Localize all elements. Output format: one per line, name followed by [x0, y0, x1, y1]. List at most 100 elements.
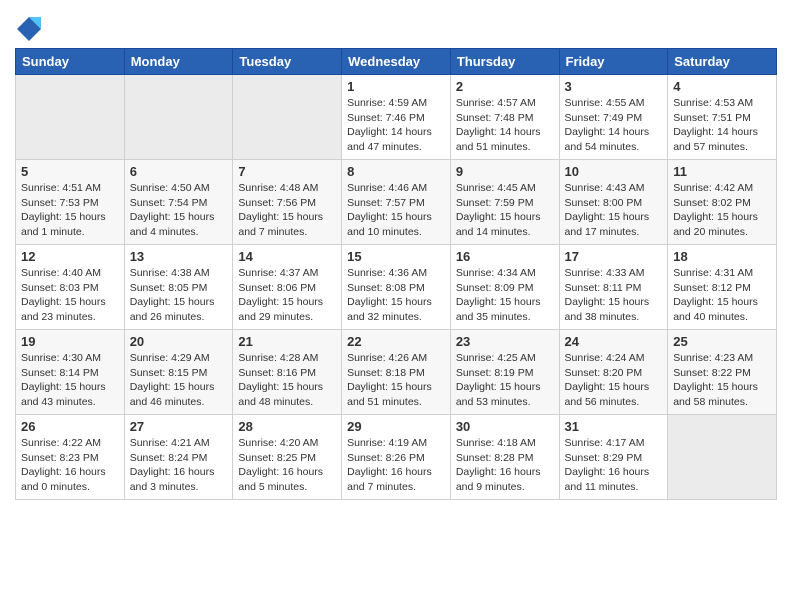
day-cell: 6Sunrise: 4:50 AMSunset: 7:54 PMDaylight…	[124, 160, 233, 245]
day-info: Sunrise: 4:36 AMSunset: 8:08 PMDaylight:…	[347, 266, 445, 325]
day-cell: 26Sunrise: 4:22 AMSunset: 8:23 PMDayligh…	[16, 415, 125, 500]
daylight-text: Daylight: 16 hours and 9 minutes.	[456, 465, 554, 494]
sunrise-text: Sunrise: 4:42 AM	[673, 181, 771, 196]
day-cell: 25Sunrise: 4:23 AMSunset: 8:22 PMDayligh…	[668, 330, 777, 415]
sunrise-text: Sunrise: 4:50 AM	[130, 181, 228, 196]
day-info: Sunrise: 4:45 AMSunset: 7:59 PMDaylight:…	[456, 181, 554, 240]
day-cell: 14 Sunrise: 4:37 AMSunset: 8:06 PMDayligh…	[233, 245, 342, 330]
sunrise-text: Sunrise: 4:53 AM	[673, 96, 771, 111]
daylight-text: Daylight: 15 hours and 38 minutes.	[565, 295, 663, 324]
daylight-text: Daylight: 15 hours and 56 minutes.	[565, 380, 663, 409]
day-cell: 20 Sunrise: 4:29 AMSunset: 8:15 PMDayligh…	[124, 330, 233, 415]
day-number: 10	[565, 164, 663, 179]
day-info: Sunrise: 4:48 AMSunset: 7:56 PMDaylight:…	[238, 181, 336, 240]
day-info: Sunrise: 4:59 AMSunset: 7:46 PMDaylight:…	[347, 96, 445, 155]
day-cell: 21Sunrise: 4:28 AMSunset: 8:16 PMDayligh…	[233, 330, 342, 415]
daylight-text: Daylight: 15 hours and 29 minutes.	[238, 295, 336, 324]
day-number: 19	[21, 334, 119, 349]
sunrise-text: Sunrise: 4:22 AM	[21, 436, 119, 451]
day-number: 4	[673, 79, 771, 94]
logo	[15, 15, 47, 43]
day-cell: 10 Sunrise: 4:43 AMSunset: 8:00 PMDayligh…	[559, 160, 668, 245]
daylight-text: Daylight: 16 hours and 7 minutes.	[347, 465, 445, 494]
day-info: Sunrise: 4:19 AMSunset: 8:26 PMDaylight:…	[347, 436, 445, 495]
sunrise-text: Sunrise: 4:31 AM	[673, 266, 771, 281]
calendar-container: SundayMondayTuesdayWednesdayThursdayFrid…	[0, 0, 792, 612]
weekday-header-sunday: Sunday	[16, 49, 125, 75]
day-number: 24	[565, 334, 663, 349]
sunset-text: Sunset: 8:06 PM	[238, 281, 336, 296]
day-cell: 2Sunrise: 4:57 AMSunset: 7:48 PMDaylight…	[450, 75, 559, 160]
daylight-text: Daylight: 15 hours and 14 minutes.	[456, 210, 554, 239]
daylight-text: Daylight: 15 hours and 1 minute.	[21, 210, 119, 239]
day-number: 17	[565, 249, 663, 264]
day-number: 9	[456, 164, 554, 179]
sunrise-text: Sunrise: 4:36 AM	[347, 266, 445, 281]
day-number: 27	[130, 419, 228, 434]
sunrise-text: Sunrise: 4:45 AM	[456, 181, 554, 196]
sunrise-text: Sunrise: 4:19 AM	[347, 436, 445, 451]
sunset-text: Sunset: 8:29 PM	[565, 451, 663, 466]
daylight-text: Daylight: 16 hours and 3 minutes.	[130, 465, 228, 494]
sunset-text: Sunset: 7:49 PM	[565, 111, 663, 126]
day-info: Sunrise: 4:43 AMSunset: 8:00 PMDaylight:…	[565, 181, 663, 240]
weekday-header-saturday: Saturday	[668, 49, 777, 75]
day-cell: 16Sunrise: 4:34 AMSunset: 8:09 PMDayligh…	[450, 245, 559, 330]
sunset-text: Sunset: 8:25 PM	[238, 451, 336, 466]
sunrise-text: Sunrise: 4:55 AM	[565, 96, 663, 111]
day-info: Sunrise: 4:50 AMSunset: 7:54 PMDaylight:…	[130, 181, 228, 240]
sunrise-text: Sunrise: 4:25 AM	[456, 351, 554, 366]
day-number: 14	[238, 249, 336, 264]
sunset-text: Sunset: 8:18 PM	[347, 366, 445, 381]
day-cell: 31Sunrise: 4:17 AMSunset: 8:29 PMDayligh…	[559, 415, 668, 500]
day-number: 20	[130, 334, 228, 349]
daylight-text: Daylight: 15 hours and 48 minutes.	[238, 380, 336, 409]
sunrise-text: Sunrise: 4:26 AM	[347, 351, 445, 366]
sunrise-text: Sunrise: 4:18 AM	[456, 436, 554, 451]
day-number: 8	[347, 164, 445, 179]
day-number: 25	[673, 334, 771, 349]
sunset-text: Sunset: 7:57 PM	[347, 196, 445, 211]
sunset-text: Sunset: 8:19 PM	[456, 366, 554, 381]
day-info: Sunrise: 4:55 AMSunset: 7:49 PMDaylight:…	[565, 96, 663, 155]
sunset-text: Sunset: 7:56 PM	[238, 196, 336, 211]
daylight-text: Daylight: 15 hours and 58 minutes.	[673, 380, 771, 409]
day-cell: 5 Sunrise: 4:51 AMSunset: 7:53 PMDaylight…	[16, 160, 125, 245]
week-row-4: 19 Sunrise: 4:30 AMSunset: 8:14 PMDayligh…	[16, 330, 777, 415]
day-cell	[124, 75, 233, 160]
sunrise-text: Sunrise: 4:37 AM	[238, 266, 336, 281]
sunset-text: Sunset: 8:23 PM	[21, 451, 119, 466]
day-cell: 12Sunrise: 4:40 AMSunset: 8:03 PMDayligh…	[16, 245, 125, 330]
day-cell: 11Sunrise: 4:42 AMSunset: 8:02 PMDayligh…	[668, 160, 777, 245]
weekday-header-row: SundayMondayTuesdayWednesdayThursdayFrid…	[16, 49, 777, 75]
day-number: 30	[456, 419, 554, 434]
day-number: 22	[347, 334, 445, 349]
sunrise-text: Sunrise: 4:59 AM	[347, 96, 445, 111]
week-row-3: 12Sunrise: 4:40 AMSunset: 8:03 PMDayligh…	[16, 245, 777, 330]
daylight-text: Daylight: 15 hours and 35 minutes.	[456, 295, 554, 324]
sunset-text: Sunset: 8:02 PM	[673, 196, 771, 211]
day-cell: 30Sunrise: 4:18 AMSunset: 8:28 PMDayligh…	[450, 415, 559, 500]
weekday-header-thursday: Thursday	[450, 49, 559, 75]
sunrise-text: Sunrise: 4:38 AM	[130, 266, 228, 281]
day-info: Sunrise: 4:30 AMSunset: 8:14 PMDaylight:…	[21, 351, 119, 410]
sunset-text: Sunset: 8:16 PM	[238, 366, 336, 381]
day-cell: 1Sunrise: 4:59 AMSunset: 7:46 PMDaylight…	[342, 75, 451, 160]
day-number: 28	[238, 419, 336, 434]
sunset-text: Sunset: 8:08 PM	[347, 281, 445, 296]
day-cell: 22 Sunrise: 4:26 AMSunset: 8:18 PMDayligh…	[342, 330, 451, 415]
day-number: 7	[238, 164, 336, 179]
day-cell: 17Sunrise: 4:33 AMSunset: 8:11 PMDayligh…	[559, 245, 668, 330]
day-info: Sunrise: 4:29 AMSunset: 8:15 PMDaylight:…	[130, 351, 228, 410]
daylight-text: Daylight: 15 hours and 51 minutes.	[347, 380, 445, 409]
day-info: Sunrise: 4:51 AMSunset: 7:53 PMDaylight:…	[21, 181, 119, 240]
daylight-text: Daylight: 15 hours and 43 minutes.	[21, 380, 119, 409]
daylight-text: Daylight: 15 hours and 10 minutes.	[347, 210, 445, 239]
day-cell: 23Sunrise: 4:25 AMSunset: 8:19 PMDayligh…	[450, 330, 559, 415]
day-cell: 28Sunrise: 4:20 AMSunset: 8:25 PMDayligh…	[233, 415, 342, 500]
day-info: Sunrise: 4:31 AMSunset: 8:12 PMDaylight:…	[673, 266, 771, 325]
sunrise-text: Sunrise: 4:28 AM	[238, 351, 336, 366]
sunrise-text: Sunrise: 4:24 AM	[565, 351, 663, 366]
day-number: 5	[21, 164, 119, 179]
sunrise-text: Sunrise: 4:33 AM	[565, 266, 663, 281]
